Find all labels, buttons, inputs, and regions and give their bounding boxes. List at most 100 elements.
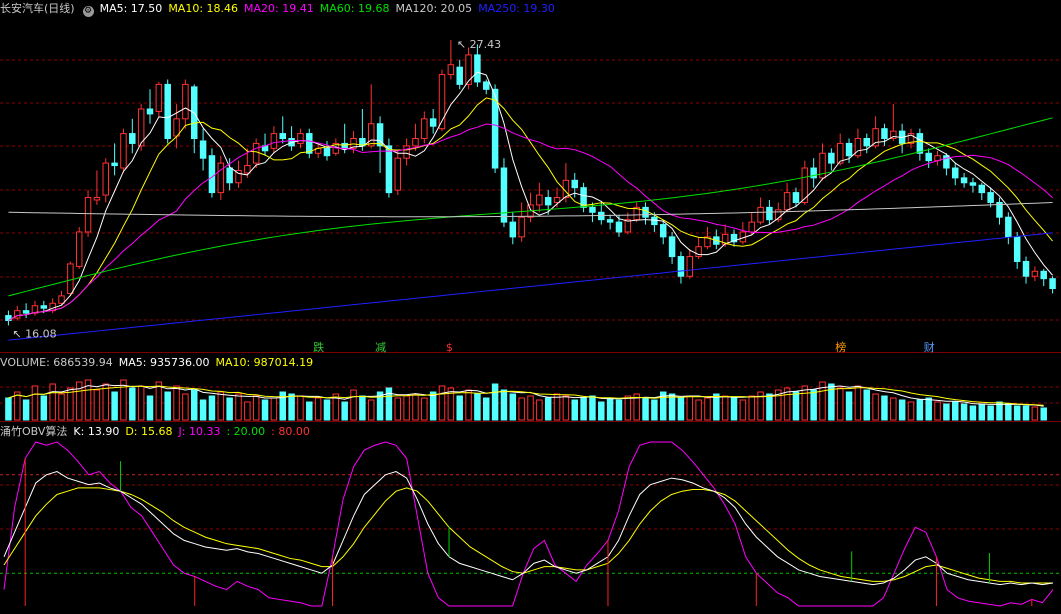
candle-body (748, 221, 755, 233)
volume-bar (314, 397, 322, 421)
volume-bar (270, 397, 278, 421)
candle-body (67, 263, 74, 294)
volume-bar (456, 395, 463, 421)
ma120-label: MA120: 20.05 (395, 2, 473, 15)
volume-bar (288, 393, 295, 421)
volume-bar (217, 391, 225, 421)
volume-bar (102, 383, 110, 421)
candle-body (500, 167, 508, 223)
ma250-line (8, 232, 1053, 341)
volume-bar (235, 393, 242, 421)
settings-gear-icon[interactable]: ⚙ (82, 6, 94, 17)
candle-body (270, 133, 278, 149)
candle-body (173, 118, 180, 137)
volume-bar (748, 395, 755, 421)
volume-bar (766, 393, 773, 421)
candle-body (208, 155, 216, 194)
candle-body (1022, 260, 1030, 277)
volume-panel-header: VOLUME: 686539.94 MA5: 935736.00 MA10: 987… (0, 354, 319, 371)
indicator-level-80-label: : 80.00 (271, 425, 310, 438)
candle-body (969, 182, 977, 186)
volume-bar (863, 389, 870, 421)
volume-bar (22, 399, 30, 421)
candle-body (686, 256, 694, 277)
candle-body (1049, 278, 1056, 290)
volume-bar (624, 395, 632, 421)
volume-bar (969, 405, 977, 421)
candle-body (297, 133, 304, 144)
candle-body (960, 177, 968, 184)
candle-body (58, 295, 65, 304)
candle-body (925, 152, 932, 162)
indicator-title[interactable]: 涌竹OBV算法 (0, 425, 67, 438)
volume-bar (695, 399, 702, 421)
volume-bar (509, 393, 517, 421)
candle-body (182, 83, 189, 120)
volume-bar (801, 385, 809, 421)
candle-body (279, 133, 286, 140)
candle-body (659, 224, 667, 238)
ma20-line (8, 123, 1053, 321)
volume-bar (429, 391, 437, 421)
volume-bar (367, 399, 375, 421)
volume-bar (872, 393, 879, 421)
candle-body (615, 221, 623, 233)
volume-bar (252, 395, 260, 421)
candle-body (252, 142, 260, 164)
event-marker: 财 (924, 340, 935, 354)
candle-body (987, 192, 994, 203)
volume-bar (58, 393, 65, 421)
volume-bar (562, 395, 570, 421)
volume-bar (1022, 405, 1030, 421)
stock-chart[interactable]: ↖ 27.43 ↖ 16.08 跌 减 $ 榜 财 (0, 0, 1061, 614)
indicator-j-label: J: 10.33 (178, 425, 221, 438)
volume-bar (898, 399, 906, 421)
volume-bar (49, 383, 56, 421)
volume-bar (182, 393, 189, 421)
volume-bar (1005, 403, 1012, 421)
volume-bar (226, 397, 233, 421)
candle-body (429, 118, 437, 127)
candle-body (651, 216, 658, 226)
candle-body (677, 256, 685, 277)
price-panel-header: 长安汽车(日线) ⚙ MA5: 17.50 MA10: 18.46 MA20: 19.4… (0, 0, 561, 17)
event-marker: 榜 (835, 340, 846, 354)
candle-body (155, 83, 163, 112)
candle-body (120, 133, 127, 169)
volume-bar (518, 397, 525, 421)
ma10-label: MA10: 18.46 (168, 2, 239, 15)
volume-bar (1013, 405, 1021, 421)
volume-bar (571, 399, 578, 421)
candle-body (465, 54, 472, 85)
volume-bar (483, 397, 490, 421)
volume-bar (527, 395, 534, 421)
candle-body (757, 206, 764, 223)
volume-bar (208, 395, 216, 421)
candle-body (606, 219, 614, 223)
volume-bar (916, 399, 924, 421)
indicator-d-label: D: 15.68 (125, 425, 173, 438)
candle-body (783, 192, 791, 211)
volume-bar (544, 397, 552, 421)
candle-body (341, 142, 348, 149)
ma20-label: MA20: 19.41 (244, 2, 314, 15)
volume-bar (491, 383, 499, 421)
volume-bar (606, 397, 614, 421)
volume-bar (306, 401, 313, 421)
candle-body (93, 197, 101, 201)
volume-bar (836, 387, 844, 421)
indicator-k-label: K: 13.90 (73, 425, 120, 438)
volume-bar (943, 403, 950, 421)
volume-bar (129, 387, 136, 421)
volume-bar (438, 385, 446, 421)
volume-bar (598, 401, 605, 421)
volume-bar (668, 393, 676, 421)
indicator-level-20-label: : 20.00 (226, 425, 266, 438)
event-marker: 减 (375, 341, 386, 354)
volume-bar (677, 397, 685, 421)
candle-body (40, 305, 48, 309)
volume-bar (111, 391, 118, 421)
indicator-k-line (3, 470, 1054, 586)
stock-title[interactable]: 长安汽车(日线) (0, 2, 75, 15)
ma60-label: MA60: 19.68 (319, 2, 390, 15)
